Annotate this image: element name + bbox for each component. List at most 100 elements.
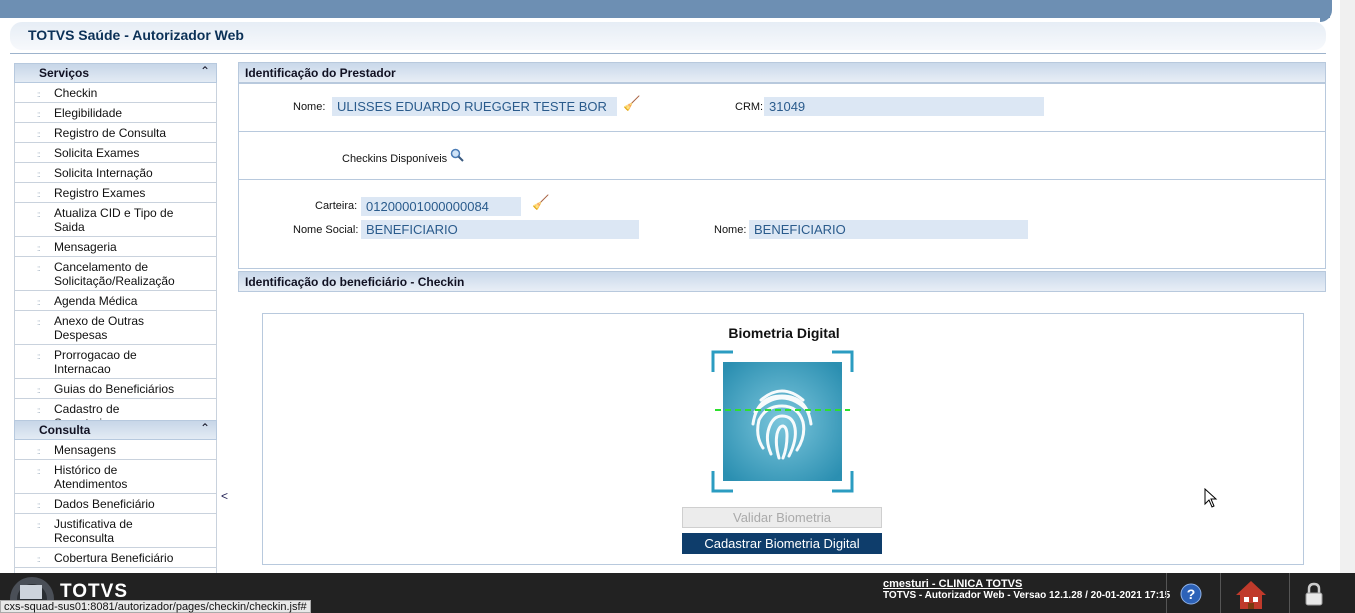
sidebar-section-title: Consulta	[39, 423, 91, 437]
sidebar-item-elegibilidade[interactable]: :: Elegibilidade	[15, 103, 216, 123]
bullet-icon: ::	[37, 110, 41, 119]
top-banner-corner	[1320, 0, 1332, 22]
lock-icon[interactable]	[1304, 582, 1324, 606]
sidebar-item-label: Atualiza CID e Tipo de Saida	[54, 206, 174, 234]
bullet-icon: ::	[37, 352, 41, 361]
sidebar-item-label: Mensagens	[54, 443, 117, 457]
bullet-icon: ::	[37, 467, 41, 476]
nome-beneficiario-field[interactable]: BENEFICIARIO	[749, 220, 1028, 239]
bullet-icon: ::	[37, 264, 41, 273]
sidebar-item-checkin[interactable]: :: Checkin	[15, 83, 216, 103]
top-banner	[0, 0, 1330, 18]
user-link[interactable]: cmesturi - CLINICA TOTVS	[883, 578, 1022, 590]
sidebar-item-anexo-de-outras-despesas[interactable]: :: Anexo de Outras Despesas	[15, 311, 216, 345]
sidebar-item-label: Justificativa de Reconsulta	[54, 517, 133, 545]
sidebar-item-label: Cancelamento de Solicitação/Realização	[54, 260, 175, 288]
sidebar-item-dados-beneficiario[interactable]: :: Dados Beneficiário	[15, 494, 216, 514]
sidebar-item-label: Anexo de Outras Despesas	[54, 314, 145, 342]
sidebar-item-label: Histórico de Atendimentos	[54, 463, 128, 491]
broom-icon[interactable]: 🧹	[623, 95, 640, 112]
sidebar-servicos-list: :: Checkin:: Elegibilidade:: Registro de Co…	[14, 83, 217, 433]
section-title: Identificação do Prestador	[245, 66, 396, 80]
section-header-prestador: Identificação do Prestador	[238, 62, 1326, 83]
panel-checkins: Checkins Disponíveis	[238, 131, 1326, 180]
sidebar-item-label: Solicita Internação	[54, 166, 153, 180]
sidebar-item-label: Checkin	[54, 86, 98, 100]
section-title: Identificação do beneficiário - Checkin	[245, 275, 465, 289]
sidebar-section-servicos[interactable]: Serviços ⌃	[14, 63, 217, 83]
sidebar-item-prorrogacao-de-internacao[interactable]: :: Prorrogacao de Internacao	[15, 345, 216, 379]
section-header-checkin: Identificação do beneficiário - Checkin	[238, 271, 1326, 292]
svg-text:?: ?	[1187, 586, 1196, 602]
collapse-sidebar-button[interactable]: <	[221, 489, 228, 503]
sidebar-item-label: Mensageria	[54, 240, 117, 254]
sidebar-item-historico-de-atendimentos[interactable]: :: Histórico de Atendimentos	[15, 460, 216, 494]
search-icon[interactable]	[450, 148, 464, 162]
sidebar-item-label: Dados Beneficiário	[54, 497, 155, 511]
sidebar-item-mensagens[interactable]: :: Mensagens	[15, 440, 216, 460]
nome-social-field[interactable]: BENEFICIARIO	[361, 220, 639, 239]
chevron-up-icon[interactable]: ⌃	[200, 421, 210, 435]
sidebar-item-label: Prorrogacao de Internacao	[54, 348, 137, 376]
bullet-icon: ::	[37, 318, 41, 327]
validar-biometria-button[interactable]: Validar Biometria	[682, 507, 882, 528]
sidebar-item-label: Guias do Beneficiários	[54, 382, 175, 396]
mouse-cursor-icon	[1204, 488, 1218, 508]
crm-label: CRM:	[735, 101, 764, 113]
bullet-icon: ::	[37, 210, 41, 219]
app-title: TOTVS Saúde - Autorizador Web	[28, 27, 244, 43]
sidebar-item-label: Registro Exames	[54, 186, 146, 200]
panel-prestador: Nome: ULISSES EDUARDO RUEGGER TESTE BOR …	[238, 83, 1326, 132]
divider	[1166, 573, 1167, 613]
checkins-label: Checkins Disponíveis	[342, 153, 448, 165]
carteira-label: Carteira:	[315, 200, 358, 212]
help-icon[interactable]: ?	[1180, 583, 1202, 605]
crm-field[interactable]: 31049	[764, 97, 1044, 116]
fingerprint-icon	[711, 350, 854, 493]
nome-social-label: Nome Social:	[293, 224, 359, 236]
sidebar-item-agenda-medica[interactable]: :: Agenda Médica	[15, 291, 216, 311]
sidebar-item-solicita-exames[interactable]: :: Solicita Exames	[15, 143, 216, 163]
sidebar-item-label: Agenda Médica	[54, 294, 138, 308]
nome-prestador-label: Nome:	[293, 101, 326, 113]
bullet-icon: ::	[37, 90, 41, 99]
title-bar: TOTVS Saúde - Autorizador Web	[10, 22, 1326, 50]
sidebar-section-consulta[interactable]: Consulta ⌃	[14, 420, 217, 440]
bullet-icon: ::	[37, 447, 41, 456]
carteira-field[interactable]: 01200001000000084	[361, 197, 521, 216]
biometria-panel: Biometria Digital Validar Biometria Cada…	[262, 313, 1304, 565]
sidebar-item-registro-exames[interactable]: :: Registro Exames	[15, 183, 216, 203]
sidebar-item-cancelamento-de-solicitacao-realizacao[interactable]: :: Cancelamento de Solicitação/Realização	[15, 257, 216, 291]
sidebar-item-label: Cobertura Beneficiário	[54, 551, 174, 565]
bullet-icon: ::	[37, 501, 41, 510]
sidebar-item-registro-de-consulta[interactable]: :: Registro de Consulta	[15, 123, 216, 143]
chevron-up-icon[interactable]: ⌃	[200, 64, 210, 78]
bullet-icon: ::	[37, 555, 41, 564]
bullet-icon: ::	[37, 244, 41, 253]
sidebar-item-cobertura-beneficiario[interactable]: :: Cobertura Beneficiário	[15, 548, 216, 568]
bullet-icon: ::	[37, 170, 41, 179]
version-text: TOTVS - Autorizador Web - Versao 12.1.28…	[883, 590, 1171, 601]
home-icon[interactable]	[1234, 579, 1268, 611]
sidebar-item-label: Registro de Consulta	[54, 126, 167, 140]
nome-beneficiario-label: Nome:	[714, 224, 747, 236]
bullet-icon: ::	[37, 190, 41, 199]
panel-beneficiario: Carteira: 01200001000000084 🧹 Nome Socia…	[238, 179, 1326, 269]
sidebar-item-mensageria[interactable]: :: Mensageria	[15, 237, 216, 257]
sidebar-section-title: Serviços	[39, 66, 90, 80]
bullet-icon: ::	[37, 150, 41, 159]
status-bar-url: cxs-squad-sus01:8081/autorizador/pages/c…	[0, 600, 311, 613]
sidebar-item-justificativa-de-reconsulta[interactable]: :: Justificativa de Reconsulta	[15, 514, 216, 548]
cadastrar-biometria-button[interactable]: Cadastrar Biometria Digital	[682, 533, 882, 554]
sidebar-item-solicita-internacao[interactable]: :: Solicita Internação	[15, 163, 216, 183]
nome-prestador-field[interactable]: ULISSES EDUARDO RUEGGER TESTE BOR	[332, 97, 617, 116]
vertical-scrollbar[interactable]	[1340, 0, 1355, 575]
sidebar-item-atualiza-cid-e-tipo-de-saida[interactable]: :: Atualiza CID e Tipo de Saida	[15, 203, 216, 237]
bullet-icon: ::	[37, 130, 41, 139]
divider	[1289, 573, 1290, 613]
sidebar-item-guias-do-beneficiarios[interactable]: :: Guias do Beneficiários	[15, 379, 216, 399]
bullet-icon: ::	[37, 406, 41, 415]
biometria-title: Biometria Digital	[728, 325, 840, 341]
broom-icon[interactable]: 🧹	[532, 194, 549, 211]
app-window: TOTVS Saúde - Autorizador Web Serviços ⌃…	[0, 0, 1355, 613]
